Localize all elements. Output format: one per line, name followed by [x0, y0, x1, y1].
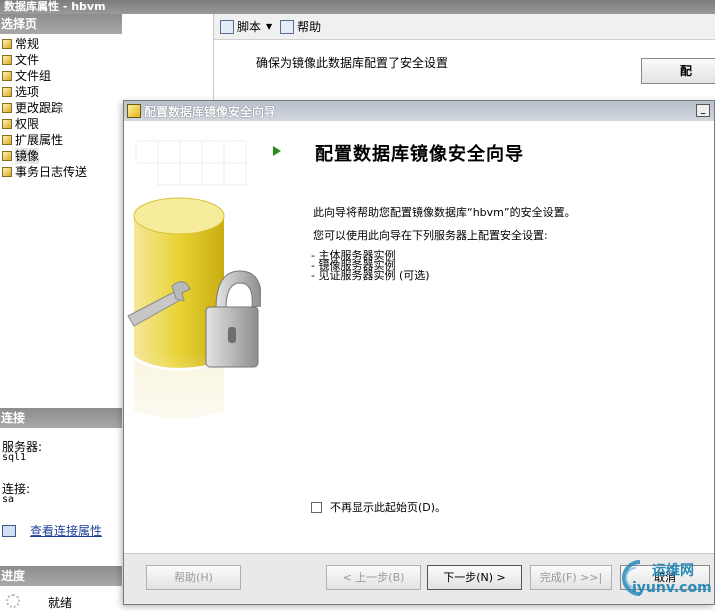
nav-item-extended-properties[interactable]: 扩展属性 [0, 132, 87, 148]
nav-item-filegroups[interactable]: 文件组 [0, 68, 87, 84]
configure-security-button[interactable]: 配 [641, 58, 715, 84]
script-label: 脚本 [237, 20, 262, 34]
help-label: 帮助 [297, 20, 322, 34]
play-arrow-icon [273, 146, 281, 156]
nav-item-permissions[interactable]: 权限 [0, 116, 87, 132]
nav-item-general[interactable]: 常规 [0, 36, 87, 52]
server-instance-list: - 主体服务器实例 - 镜像服务器实例 - 见证服务器实例 (可选) [311, 250, 430, 282]
script-button[interactable]: 脚本 ▼ [218, 17, 278, 37]
page-icon [2, 71, 12, 81]
nav-item-log-shipping[interactable]: 事务日志传送 [0, 164, 87, 180]
page-icon [2, 87, 12, 97]
database-lock-illustration [124, 140, 261, 471]
wizard-intro: 此向导将帮助您配置镜像数据库“hbvm”的安全设置。 [313, 206, 576, 219]
wizard-title: 配置数据库镜像安全向导 [144, 104, 277, 119]
script-icon [220, 19, 234, 34]
select-page-header: 选择页 [0, 14, 122, 34]
help-button[interactable]: 帮助(H) [146, 565, 241, 590]
page-icon [2, 151, 12, 161]
progress-spinner-icon [6, 594, 20, 608]
mirroring-security-wizard: 配置数据库镜像安全向导 _ 配置数据库镜像安全向导 此向导将帮助您配置镜像数据库… [123, 100, 715, 605]
dropdown-arrow-icon: ▼ [266, 22, 273, 31]
minimize-button[interactable]: _ [696, 104, 710, 117]
dont-show-again-row[interactable]: 不再显示此起始页(D)。 [311, 499, 446, 515]
page-icon [2, 135, 12, 145]
finish-button[interactable]: 完成(F) >>| [530, 565, 612, 590]
list-item: - 见证服务器实例 (可选) [311, 269, 430, 282]
progress-status: 就绪 [48, 596, 73, 610]
connection-header: 连接 [0, 408, 122, 428]
nav-item-options[interactable]: 选项 [0, 84, 87, 100]
page-icon [2, 55, 12, 65]
dont-show-again-checkbox[interactable] [311, 501, 322, 513]
window-title: 数据库属性 - hbvm [0, 0, 715, 14]
page-nav-list: 常规 文件 文件组 选项 更改跟踪 权限 扩展属性 镜像 事务日志传送 [0, 36, 87, 180]
wizard-heading: 配置数据库镜像安全向导 [315, 144, 524, 165]
page-icon [2, 39, 12, 49]
progress-header: 进度 [0, 566, 122, 586]
mirroring-status-message: 确保为镜像此数据库配置了安全设置 [256, 56, 449, 70]
page-icon [2, 167, 12, 177]
nav-item-mirroring[interactable]: 镜像 [0, 148, 87, 164]
database-icon [127, 104, 141, 118]
nav-item-change-tracking[interactable]: 更改跟踪 [0, 100, 87, 116]
nav-item-files[interactable]: 文件 [0, 52, 87, 68]
wizard-title-bar: 配置数据库镜像安全向导 _ [124, 101, 714, 121]
wizard-footer: 帮助(H) < 上一步(B) 下一步(N) > 完成(F) >>| 取消 [124, 553, 714, 604]
connection-properties-icon [2, 524, 16, 537]
help-toolbar-button[interactable]: 帮助 [278, 17, 327, 37]
dont-show-again-label: 不再显示此起始页(D)。 [330, 501, 447, 514]
wizard-banner [124, 121, 261, 553]
wizard-content: 配置数据库镜像安全向导 此向导将帮助您配置镜像数据库“hbvm”的安全设置。 您… [261, 121, 714, 553]
server-value: sql1 [2, 452, 27, 463]
back-button[interactable]: < 上一步(B) [326, 565, 421, 590]
next-button[interactable]: 下一步(N) > [427, 565, 522, 590]
toolbar: 脚本 ▼ 帮助 [214, 14, 715, 40]
properties-right-pane: 脚本 ▼ 帮助 确保为镜像此数据库配置了安全设置 配 [214, 14, 715, 100]
connection-value: sa [2, 494, 15, 505]
page-icon [2, 103, 12, 113]
cancel-button[interactable]: 取消 [620, 565, 710, 590]
wizard-sub-intro: 您可以使用此向导在下列服务器上配置安全设置: [313, 229, 548, 242]
view-connection-link[interactable]: 查看连接属性 [30, 522, 102, 539]
help-icon [280, 19, 295, 34]
view-connection-properties[interactable]: 查看连接属性 [2, 522, 102, 539]
page-icon [2, 119, 12, 129]
